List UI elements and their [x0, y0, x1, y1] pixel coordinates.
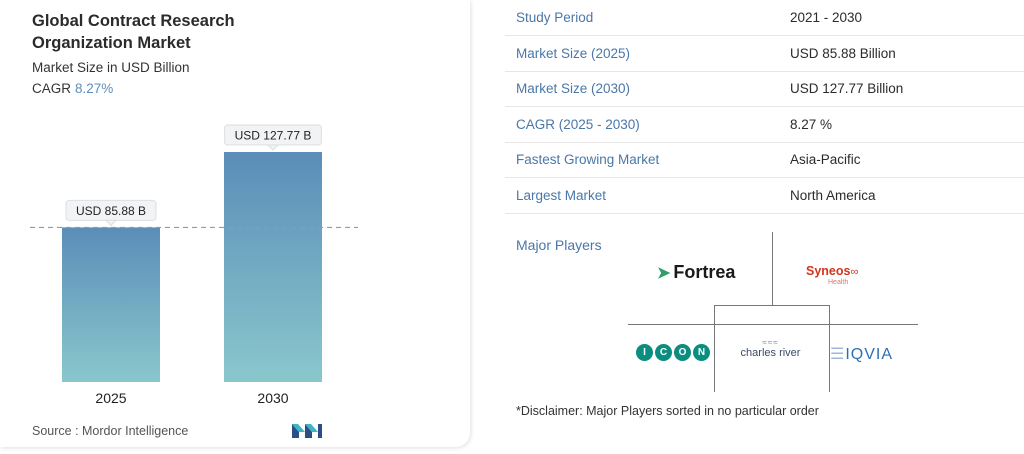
x-tick-label: 2030	[257, 390, 288, 406]
iqvia-lines-icon: ☰	[830, 346, 846, 363]
info-value: 2021 - 2030	[790, 10, 863, 25]
info-key: Largest Market	[516, 187, 607, 203]
source-note: Source : Mordor Intelligence	[32, 424, 189, 438]
info-value: 8.27 %	[790, 116, 833, 132]
cagr-label: CAGR	[32, 81, 72, 96]
info-value: North America	[790, 187, 876, 203]
bar	[224, 152, 322, 382]
market-info-panel: Study Period 2021 - 2030 Market Size (2025…	[505, 0, 1024, 214]
iqvia-logo: ☰IQVIA	[830, 346, 894, 363]
info-value: USD 127.77 Billion	[790, 81, 904, 97]
syneos-swirl-icon: ∞	[850, 266, 859, 278]
syneos-health-logo: Syneos∞ Health	[806, 264, 859, 286]
icon-plc-logo: ICON	[636, 344, 710, 361]
x-tick-label: 2025	[95, 390, 126, 406]
charles-river-waves-icon: ≈≈≈	[762, 338, 779, 347]
disclaimer-note: *Disclaimer: Major Players sorted in no …	[516, 404, 819, 418]
fortrea-arrow-icon: ➤	[657, 264, 671, 282]
players-grid	[628, 232, 918, 392]
data-label-pointer	[266, 144, 280, 151]
info-row: Fastest Growing Market Asia-Pacific	[505, 142, 1024, 178]
bar	[62, 227, 160, 382]
info-row: Largest Market North America	[505, 178, 1024, 213]
data-label: USD 127.77 B	[235, 129, 312, 143]
charles-river-logo: ≈≈≈ charles river	[733, 338, 808, 360]
cagr-value: 8.27%	[75, 81, 114, 96]
icon-logo-letter: I	[636, 344, 653, 361]
info-key: Market Size (2030)	[516, 81, 631, 97]
chart-subtitle: Market Size in USD Billion	[32, 60, 190, 75]
info-row: CAGR (2025 - 2030) 8.27 %	[505, 107, 1024, 142]
fortrea-logo: ➤ Fortrea	[657, 262, 736, 282]
info-value: USD 85.88 Billion	[790, 45, 896, 61]
info-key: Fastest Growing Market	[516, 152, 660, 168]
icon-logo-letter: C	[655, 344, 672, 361]
info-value: Asia-Pacific	[790, 152, 861, 168]
icon-logo-letter: N	[693, 344, 710, 361]
info-key: CAGR (2025 - 2030)	[516, 116, 640, 132]
market-info-table: Study Period 2021 - 2030 Market Size (2025…	[505, 0, 1024, 214]
info-row: Study Period 2021 - 2030	[505, 0, 1024, 36]
info-key: Market Size (2025)	[516, 45, 631, 61]
data-label-pointer	[104, 219, 118, 227]
major-players-title: Major Players	[516, 237, 602, 253]
info-key: Study Period	[516, 10, 594, 25]
info-row: Market Size (2030) USD 127.77 Billion	[505, 71, 1024, 107]
data-label: USD 85.88 B	[76, 204, 146, 218]
bar-chart: USD 85.88 B 2025 USD 127.77 B 2030	[30, 124, 358, 406]
chart-title: Global Contract Research Organization Ma…	[32, 12, 235, 52]
cagr-summary: CAGR 8.27%	[32, 81, 113, 96]
mordor-intelligence-logo	[292, 424, 322, 438]
icon-logo-letter: O	[674, 344, 691, 361]
info-row: Market Size (2025) USD 85.88 Billion	[505, 36, 1024, 71]
